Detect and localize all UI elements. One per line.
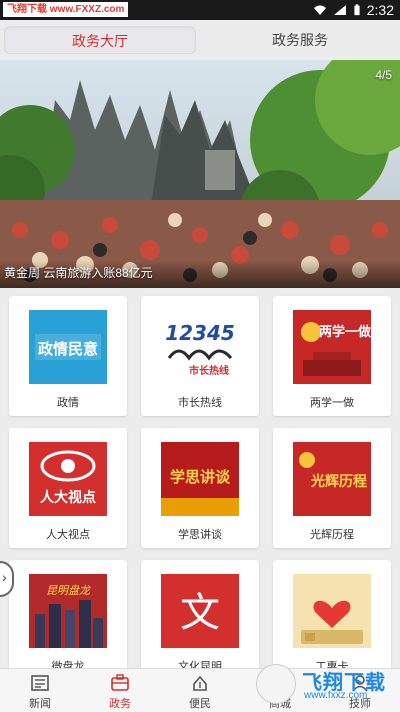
tab-government-hall[interactable]: 政务大厅 <box>4 26 196 54</box>
clock: 2:32 <box>366 2 394 18</box>
watermark-url: www.fxxz.com <box>304 690 368 701</box>
watermark-logo-icon <box>256 664 296 704</box>
service-label: 人大视点 <box>46 529 90 541</box>
service-card-culture-kunming[interactable]: 文 文化昆明 <box>141 560 259 668</box>
two-studies-art-text: 两学一做 <box>319 324 371 340</box>
study-talk-art-text: 学思讲谈 <box>170 468 231 486</box>
service-label: 光辉历程 <box>310 529 354 541</box>
service-label: 学思讲谈 <box>178 529 222 541</box>
service-label: 政情 <box>57 397 79 409</box>
micro-panlong-thumbnail: 昆明盘龙 <box>29 574 107 648</box>
zhengqing-art-text: 政情民意 <box>38 340 98 358</box>
service-label: 市长热线 <box>178 397 222 409</box>
watermark-url: www.FXXZ.com <box>49 4 125 15</box>
service-grid: 政情民意 政情 12345 市长热线 市长热线 两学一做 两学一做 人大视点 人 <box>0 288 400 668</box>
nav-label: 便民 <box>189 698 211 710</box>
nav-news[interactable]: 新闻 <box>0 669 80 712</box>
banner-image <box>0 60 400 288</box>
carousel-counter: 4/5 <box>375 68 392 82</box>
nav-government[interactable]: 政务 <box>80 669 160 712</box>
culture-art-text: 文 <box>180 590 220 636</box>
zhengqing-thumbnail: 政情民意 <box>29 310 107 384</box>
service-label: 微盘龙 <box>51 661 85 668</box>
service-card-two-studies[interactable]: 两学一做 两学一做 <box>273 296 391 416</box>
culture-kunming-thumbnail: 文 <box>161 574 239 648</box>
news-icon <box>31 675 49 691</box>
signal-icon <box>333 5 346 15</box>
nav-label: 新闻 <box>29 698 51 710</box>
banner-caption: 黄金周 云南旅游入账88亿元 <box>4 266 153 280</box>
service-card-glorious-history[interactable]: 光辉历程 光辉历程 <box>273 428 391 548</box>
nav-label: 政务 <box>109 698 131 710</box>
worker-card-thumbnail <box>293 574 371 648</box>
panlong-art-text: 昆明盘龙 <box>46 584 92 597</box>
service-card-worker-card[interactable]: 工惠卡 <box>273 560 391 668</box>
nav-convenience[interactable]: 便民 <box>160 669 240 712</box>
watermark-badge: 飞翔下载 www.FXXZ.com <box>3 2 129 17</box>
service-label: 两学一做 <box>310 397 354 409</box>
wifi-icon <box>313 5 326 15</box>
glorious-history-art-text: 光辉历程 <box>310 473 367 490</box>
service-card-zhengqing[interactable]: 政情民意 政情 <box>9 296 127 416</box>
two-studies-thumbnail: 两学一做 <box>293 310 371 384</box>
tab-government-service[interactable]: 政务服务 <box>204 26 396 54</box>
government-icon <box>111 674 129 691</box>
npc-art-text: 人大视点 <box>40 489 96 506</box>
service-card-micro-panlong[interactable]: 昆明盘龙 微盘龙 <box>9 560 127 668</box>
hotline-art-sub: 市长热线 <box>189 364 229 377</box>
chevron-right-icon: › <box>2 569 7 585</box>
glorious-history-thumbnail: 光辉历程 <box>293 442 371 516</box>
status-bar: 飞翔下载 www.FXXZ.com 2:32 <box>0 0 400 20</box>
battery-icon <box>354 4 360 16</box>
hotline-number: 12345 <box>165 321 235 345</box>
service-card-mayor-hotline[interactable]: 12345 市长热线 市长热线 <box>141 296 259 416</box>
npc-view-thumbnail: 人大视点 <box>29 442 107 516</box>
banner-carousel[interactable]: 4/5 黄金周 云南旅游入账88亿元 <box>0 60 400 288</box>
site-watermark: 飞翔下载 www.fxxz.com <box>256 662 396 706</box>
mayor-hotline-thumbnail: 12345 市长热线 <box>161 310 239 384</box>
segmented-tabs: 政务大厅 政务服务 <box>0 20 400 60</box>
service-card-npc-view[interactable]: 人大视点 人大视点 <box>9 428 127 548</box>
service-label: 文化昆明 <box>178 661 222 668</box>
watermark-text: 飞翔下载 <box>7 4 47 15</box>
study-talk-thumbnail: 学思讲谈 <box>161 442 239 516</box>
convenience-icon <box>193 675 207 691</box>
service-card-study-talk[interactable]: 学思讲谈 学思讲谈 <box>141 428 259 548</box>
